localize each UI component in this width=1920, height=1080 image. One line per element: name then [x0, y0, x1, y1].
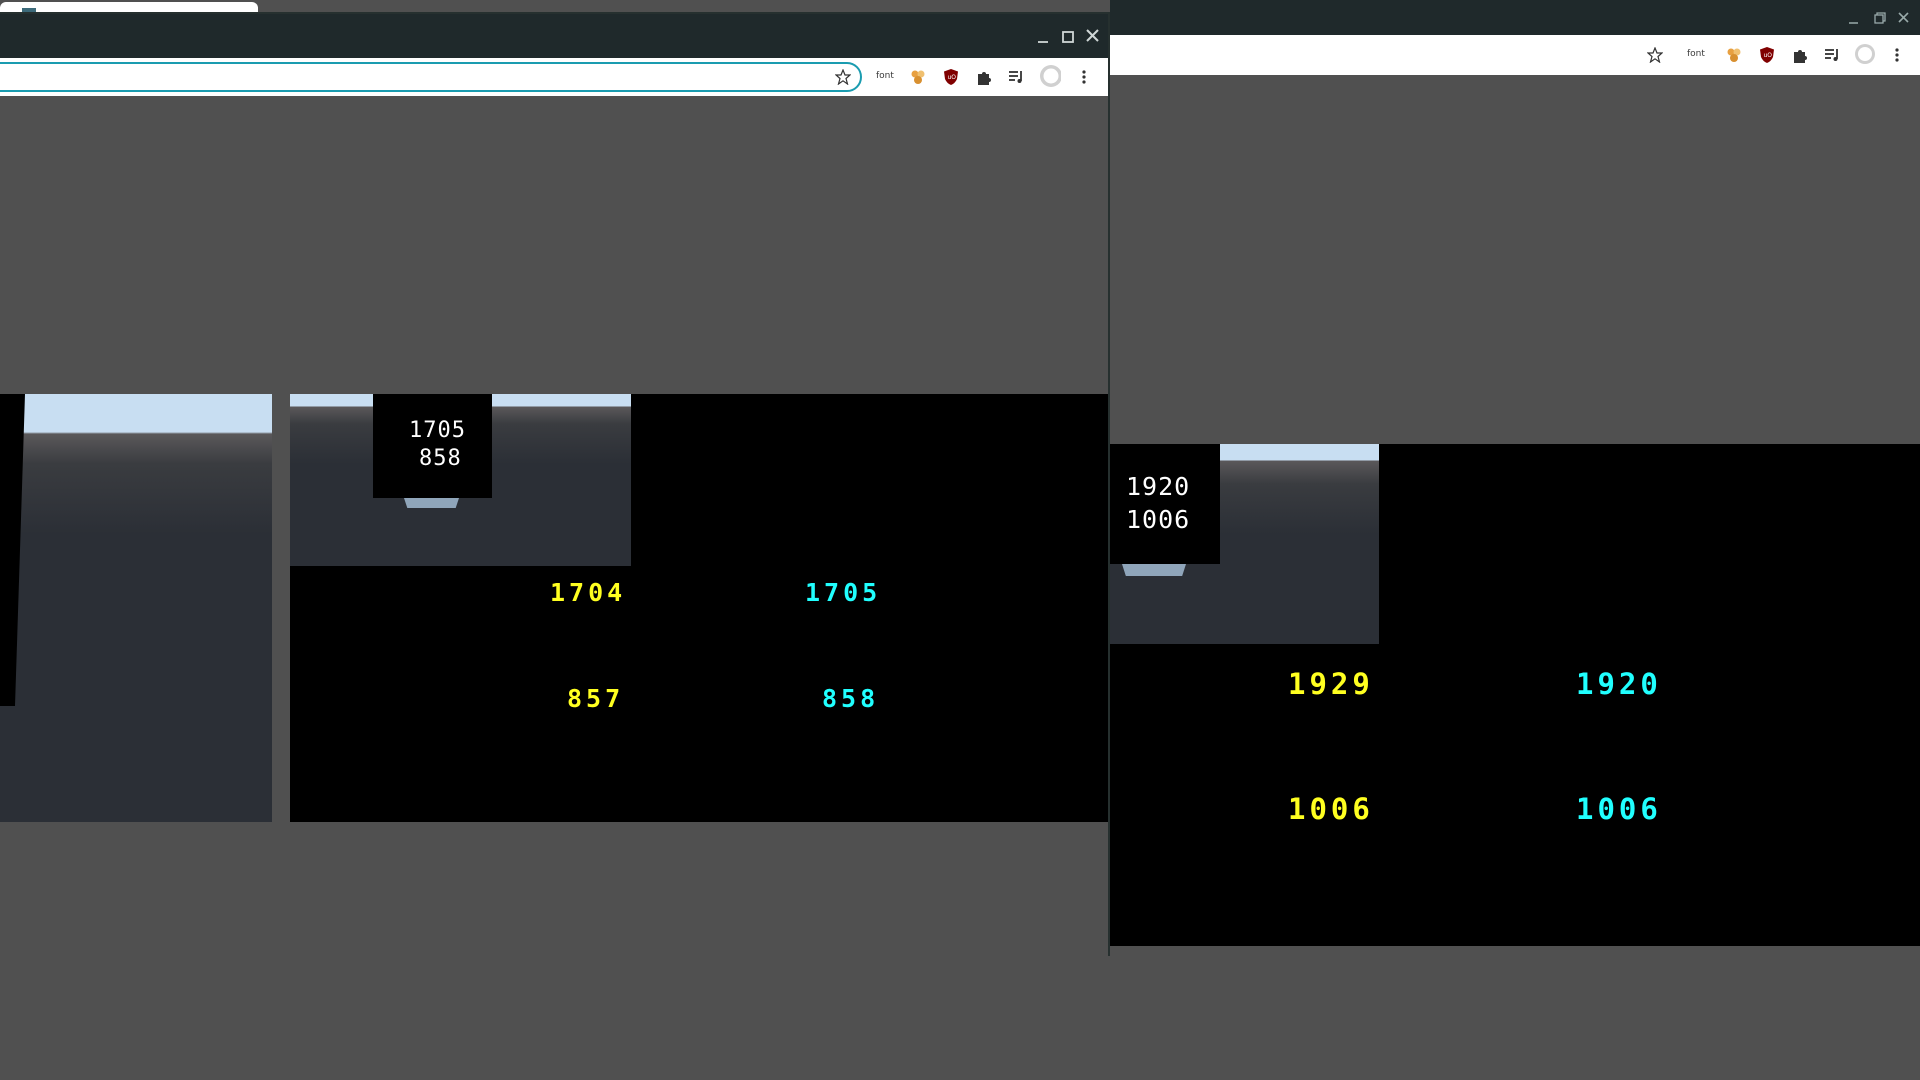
- puzzle-colored-extension-button[interactable]: [907, 66, 929, 88]
- close-button[interactable]: [1893, 7, 1915, 29]
- kebab-menu-icon: [1895, 48, 1899, 62]
- right-toolbar: font uO: [1110, 35, 1920, 75]
- left-toolbar: font uO: [0, 58, 1108, 96]
- ublock-extension-button[interactable]: uO: [1756, 44, 1778, 66]
- menu-button[interactable]: [1886, 44, 1908, 66]
- right-titlebar: [1110, 0, 1920, 35]
- address-bar[interactable]: [0, 62, 862, 92]
- puzzle-colored-extension-button[interactable]: [1723, 44, 1745, 66]
- bookmark-star-button[interactable]: [832, 66, 854, 88]
- profile-button[interactable]: [1854, 43, 1876, 65]
- svg-text:uO: uO: [1764, 52, 1773, 59]
- minimize-icon: [1849, 22, 1858, 24]
- yellow-height-readout: 857: [567, 684, 625, 713]
- left-maximize-button[interactable]: [1057, 26, 1079, 48]
- left-game-canvas: 1705 858 1704 1705 857 858: [290, 394, 1108, 822]
- bookmark-star-button[interactable]: [1644, 44, 1666, 66]
- puzzle-icon: [1794, 50, 1807, 63]
- overlay-tab: [1122, 564, 1186, 576]
- minimize-button[interactable]: [1843, 8, 1865, 30]
- ublock-shield-icon: uO: [944, 69, 958, 85]
- extensions-button[interactable]: [973, 66, 995, 88]
- playlist-icon: [1825, 49, 1838, 61]
- right-page-viewport: 1920 1006 1929 1920 1006 1006: [1110, 75, 1920, 1080]
- left-browser-window: font uO 1705 858 1704 1705 857 858: [0, 12, 1110, 956]
- ublock-extension-button[interactable]: uO: [940, 66, 962, 88]
- cyan-width-readout: 1705: [805, 578, 882, 607]
- extensions-button[interactable]: [1789, 44, 1811, 66]
- overlay-height-value: 858: [419, 446, 462, 471]
- right-size-overlay: 1920 1006: [1110, 444, 1220, 564]
- close-icon: [1086, 29, 1099, 42]
- star-icon: [1647, 47, 1663, 63]
- media-controls-button[interactable]: [1006, 66, 1028, 88]
- yellow-height-readout: 1006: [1288, 792, 1374, 826]
- cyan-height-readout: 1006: [1576, 792, 1662, 826]
- left-size-overlay: 1705 858: [373, 394, 492, 498]
- avatar-icon: [1040, 65, 1061, 87]
- right-browser-window: font uO 1920 1006 1929 1920 1006 1006: [1110, 0, 1920, 1080]
- overlay-tab: [404, 498, 459, 508]
- overlay-width-value: 1705: [409, 418, 466, 443]
- restore-icon: [1874, 12, 1886, 24]
- overlay-height-value: 1006: [1126, 505, 1191, 534]
- playlist-icon: [1009, 71, 1022, 83]
- left-large-3d-viewport: [0, 394, 272, 822]
- star-icon: [835, 69, 851, 85]
- overlay-width-value: 1920: [1126, 472, 1191, 501]
- cyan-width-readout: 1920: [1576, 667, 1662, 701]
- font-extension-button[interactable]: font: [876, 71, 894, 81]
- close-icon: [1898, 12, 1909, 23]
- orange-extension-icon: [911, 70, 925, 84]
- svg-text:uO: uO: [948, 74, 957, 81]
- orange-extension-icon: [1727, 48, 1741, 62]
- ublock-shield-icon: uO: [1760, 47, 1774, 63]
- puzzle-icon: [978, 72, 991, 85]
- yellow-width-readout: 1929: [1288, 667, 1374, 701]
- left-minimize-button[interactable]: [1032, 26, 1054, 48]
- font-extension-button[interactable]: font: [1687, 49, 1705, 59]
- media-controls-button[interactable]: [1822, 44, 1844, 66]
- profile-button[interactable]: [1039, 65, 1061, 87]
- minimize-icon: [1038, 41, 1048, 43]
- maximize-icon: [1062, 31, 1074, 43]
- avatar-icon: [1855, 44, 1875, 64]
- left-page-viewport: 1705 858 1704 1705 857 858: [0, 96, 1108, 956]
- kebab-menu-icon: [1082, 70, 1086, 84]
- left-close-button[interactable]: [1082, 25, 1104, 47]
- menu-button[interactable]: [1073, 66, 1095, 88]
- restore-button[interactable]: [1868, 8, 1890, 30]
- yellow-width-readout: 1704: [550, 578, 627, 607]
- left-titlebar: [0, 14, 1108, 58]
- right-game-canvas: 1920 1006 1929 1920 1006 1006: [1110, 444, 1920, 946]
- cyan-height-readout: 858: [822, 684, 880, 713]
